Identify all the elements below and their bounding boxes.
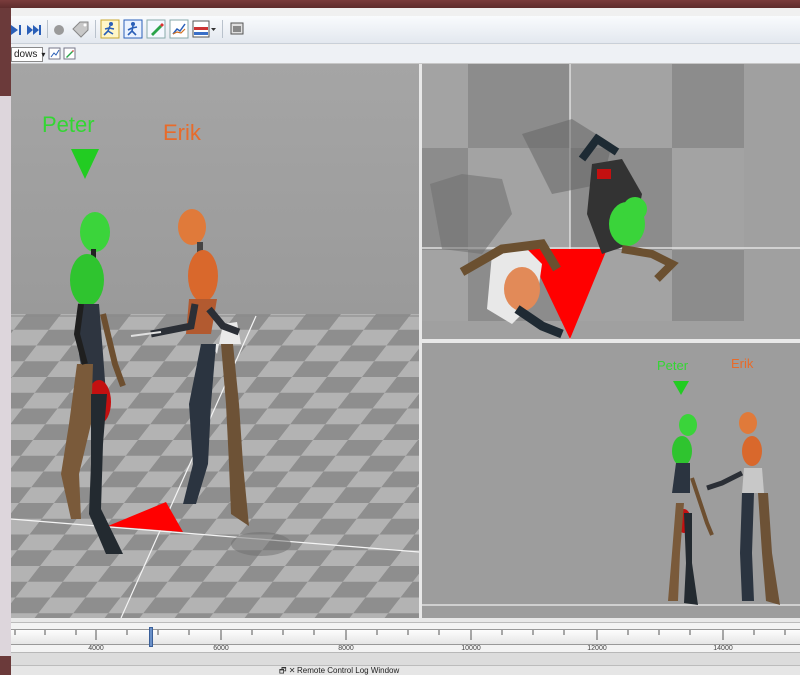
- perspective-viewport[interactable]: Peter Erik: [11, 64, 419, 618]
- status-bar: [11, 652, 800, 665]
- top-scene: [422, 64, 800, 339]
- agent-erik-side-label: Erik: [731, 356, 754, 371]
- window-icon[interactable]: [230, 22, 244, 35]
- side-scene: Peter Erik: [422, 343, 800, 618]
- app-window: dows ▾ Peter Erik Peter Erik 4000 6000 8…: [11, 8, 800, 675]
- toolbar2-icons: [48, 47, 76, 60]
- docked-panel-header: 🗗 ✕ Remote Control Log Window: [11, 665, 800, 675]
- left-desktop-strip: [0, 96, 11, 656]
- edit-icon[interactable]: [146, 19, 166, 39]
- panel-float-close-controls[interactable]: 🗗 ✕: [279, 666, 295, 675]
- timeline-tick-label: 12000: [587, 645, 607, 652]
- window-top-strip: [0, 0, 800, 8]
- timeline-tick-label: 6000: [213, 645, 229, 652]
- panel-title: Remote Control Log Window: [297, 666, 400, 675]
- tag-icon[interactable]: [72, 21, 89, 38]
- record-icon[interactable]: [54, 25, 64, 35]
- fast-forward-icon[interactable]: [27, 25, 41, 35]
- chart-icon[interactable]: [169, 19, 189, 39]
- timeline-ticks: [14, 630, 786, 640]
- agent-peter-side-label: Peter: [657, 358, 689, 373]
- edit-small-icon[interactable]: [63, 47, 76, 60]
- timeline-track[interactable]: [11, 629, 800, 645]
- run-figure-icon[interactable]: [100, 19, 120, 39]
- secondary-toolbar: dows ▾: [11, 45, 800, 64]
- agent-peter-label: Peter: [42, 112, 95, 137]
- agent-erik-label: Erik: [163, 120, 202, 145]
- chevron-down-icon[interactable]: ▾: [41, 50, 45, 59]
- figure-select-icon[interactable]: [123, 19, 143, 39]
- side-viewport[interactable]: Peter Erik: [422, 343, 800, 618]
- main-toolbar: [11, 16, 800, 44]
- toolbar-icons: [11, 19, 244, 39]
- layout-icon[interactable]: [192, 20, 210, 38]
- timeline-tick-label: 4000: [88, 645, 104, 652]
- timeline[interactable]: 4000 6000 8000 10000 12000 14000: [11, 622, 800, 652]
- chart-small-icon[interactable]: [48, 47, 61, 60]
- play-end-icon[interactable]: [11, 25, 21, 35]
- viewport-area: Peter Erik Peter Erik: [11, 64, 800, 622]
- chevron-down-icon[interactable]: [211, 28, 216, 31]
- perspective-scene: Peter Erik: [11, 64, 419, 618]
- timeline-cursor[interactable]: [149, 627, 153, 647]
- timeline-tick-label: 10000: [461, 645, 481, 652]
- shadow: [231, 532, 291, 556]
- timeline-tick-label: 8000: [338, 645, 354, 652]
- windows-combo[interactable]: dows ▾: [11, 46, 45, 62]
- timeline-tick-label: 14000: [713, 645, 733, 652]
- top-viewport[interactable]: [422, 64, 800, 339]
- windows-combo-value: dows: [14, 48, 38, 60]
